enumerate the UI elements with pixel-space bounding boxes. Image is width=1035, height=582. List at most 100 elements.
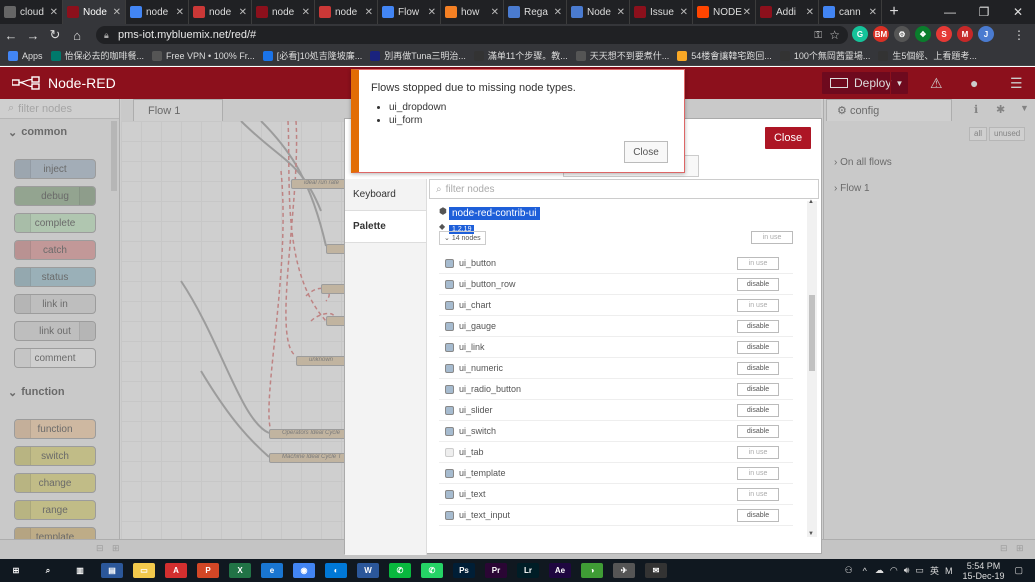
wifi-icon[interactable]: ◠ xyxy=(890,565,898,576)
taskbar-app-icon[interactable]: Ps xyxy=(453,563,475,578)
taskbar-app-icon[interactable]: Ae xyxy=(549,563,571,578)
bookmark-item[interactable]: Free VPN • 100% Fr... xyxy=(152,50,255,61)
extension-icon[interactable]: J xyxy=(978,26,994,42)
close-tab-icon[interactable]: ✕ xyxy=(806,7,814,18)
taskbar-app-icon[interactable]: Pr xyxy=(485,563,507,578)
node-action-button[interactable]: disable xyxy=(737,425,779,438)
taskbar-app-icon[interactable]: ⌕ xyxy=(37,563,59,578)
taskbar-app-icon[interactable]: ✉ xyxy=(645,563,667,578)
reload-icon[interactable]: ↻ xyxy=(44,27,66,43)
close-tab-icon[interactable]: ✕ xyxy=(365,7,373,18)
bookmark-item[interactable]: Apps xyxy=(8,50,43,61)
settings-section-keyboard[interactable]: Keyboard xyxy=(345,179,426,211)
node-action-button[interactable]: disable xyxy=(737,509,779,522)
bookmark-item[interactable]: [必看]10処吉隆坡廉... xyxy=(262,49,362,62)
close-tab-icon[interactable]: ✕ xyxy=(491,7,499,18)
browser-tab[interactable]: cann ✕ xyxy=(819,0,882,24)
key-icon[interactable]: ⚿ xyxy=(814,30,822,41)
taskbar-app-icon[interactable]: ▤ xyxy=(101,563,123,578)
taskbar-app-icon[interactable]: A xyxy=(165,563,187,578)
browser-tab[interactable]: Node ✕ xyxy=(567,0,630,24)
node-action-button[interactable]: disable xyxy=(737,278,779,291)
taskbar-app-icon[interactable]: ◐ xyxy=(325,563,347,578)
settings-section-palette[interactable]: Palette xyxy=(345,211,426,243)
bookmark-star-icon[interactable]: ☆ xyxy=(829,28,840,42)
node-action-button[interactable]: disable xyxy=(737,383,779,396)
node-action-button[interactable]: disable xyxy=(737,404,779,417)
new-tab-button[interactable]: + xyxy=(882,0,906,24)
notification-center-icon[interactable]: ▢ xyxy=(1014,565,1023,576)
taskbar-app-icon[interactable]: ✆ xyxy=(421,563,443,578)
bookmark-item[interactable]: 別再做Tuna三明治... xyxy=(370,49,466,62)
package-status-button[interactable]: in use xyxy=(751,231,793,244)
bookmark-item[interactable]: 天天想不到要煮什... xyxy=(575,49,669,62)
scroll-down-icon[interactable]: ▼ xyxy=(808,531,814,537)
package-list-scrollbar[interactable]: ▲ ▼ xyxy=(807,199,817,537)
close-tab-icon[interactable]: ✕ xyxy=(680,7,688,18)
taskbar-app-icon[interactable]: e xyxy=(261,563,283,578)
node-action-button[interactable]: disable xyxy=(737,341,779,354)
notification-close-button[interactable]: Close xyxy=(624,141,668,163)
main-menu-icon[interactable]: ☰ xyxy=(1010,75,1023,92)
browser-tab[interactable]: Issue ✕ xyxy=(630,0,693,24)
lock-icon[interactable]: 🔒︎ xyxy=(104,30,109,41)
user-icon[interactable]: ● xyxy=(970,75,978,91)
browser-tab[interactable]: how ✕ xyxy=(441,0,504,24)
extension-icon[interactable]: BM xyxy=(873,26,889,42)
node-action-button[interactable]: disable xyxy=(737,362,779,375)
back-icon[interactable]: ← xyxy=(0,28,22,43)
network-icon[interactable]: ☁ xyxy=(875,565,884,576)
browser-tab[interactable]: node ✕ xyxy=(189,0,252,24)
bookmark-item[interactable]: 生5個經、上看題考... xyxy=(878,49,977,62)
browser-tab[interactable]: node ✕ xyxy=(252,0,315,24)
taskbar-app-icon[interactable]: ✈ xyxy=(613,563,635,578)
browser-tab[interactable]: node ✕ xyxy=(315,0,378,24)
node-action-button[interactable]: disable xyxy=(737,320,779,333)
browser-tab[interactable]: Flow ✕ xyxy=(378,0,441,24)
browser-tab[interactable]: Addi ✕ xyxy=(756,0,819,24)
close-tab-icon[interactable]: ✕ xyxy=(428,7,436,18)
package-name[interactable]: node-red-contrib-ui xyxy=(449,207,540,220)
restore-icon[interactable]: ❐ xyxy=(967,0,1001,24)
scroll-up-icon[interactable]: ▲ xyxy=(808,199,814,205)
taskbar-app-icon[interactable]: ◑ xyxy=(581,563,603,578)
taskbar-app-icon[interactable]: ✆ xyxy=(389,563,411,578)
package-node-count-button[interactable]: ⌄ 14 nodes xyxy=(439,231,486,245)
taskbar-app-icon[interactable]: ◉ xyxy=(293,563,315,578)
deploy-dropdown-icon[interactable]: ▼ xyxy=(890,72,908,94)
close-tab-icon[interactable]: ✕ xyxy=(176,7,184,18)
bookmark-item[interactable]: 滿单11个步骤。教... xyxy=(473,49,568,62)
taskbar-app-icon[interactable]: Lr xyxy=(517,563,539,578)
bookmark-item[interactable]: 100个無岡茜靈場... xyxy=(779,49,870,62)
bookmark-item[interactable]: 怡保必去的咖啡餐... xyxy=(50,49,144,62)
browser-tab[interactable]: node ✕ xyxy=(126,0,189,24)
extension-icon[interactable]: ⚙ xyxy=(894,26,910,42)
clock[interactable]: 5:54 PM 15-Dec-19 xyxy=(962,561,1004,581)
scrollbar-thumb[interactable] xyxy=(809,295,815,371)
close-tab-icon[interactable]: ✕ xyxy=(113,7,121,18)
bookmark-item[interactable]: 54楼會讓韓宅跑回... xyxy=(677,49,772,62)
close-tab-icon[interactable]: ✕ xyxy=(617,7,625,18)
extension-icon[interactable]: S xyxy=(936,26,952,42)
close-tab-icon[interactable]: ✕ xyxy=(239,7,247,18)
close-tab-icon[interactable]: ✕ xyxy=(302,7,310,18)
taskbar-app-icon[interactable]: X xyxy=(229,563,251,578)
taskbar-app-icon[interactable]: ⊞ xyxy=(5,563,27,578)
people-icon[interactable]: ⚇ xyxy=(845,565,853,576)
browser-tab[interactable]: NODE ✕ xyxy=(693,0,756,24)
home-icon[interactable]: ⌂ xyxy=(66,28,88,43)
browser-menu-icon[interactable]: ⋮ xyxy=(1013,28,1025,42)
palette-manager-filter-input[interactable]: ⌕ filter nodes xyxy=(429,179,819,199)
taskbar-app-icon[interactable]: ▥ xyxy=(69,563,91,578)
taskbar-app-icon[interactable]: W xyxy=(357,563,379,578)
taskbar-app-icon[interactable]: ▭ xyxy=(133,563,155,578)
ime-indicator[interactable]: 英 xyxy=(930,564,939,577)
close-tab-icon[interactable]: ✕ xyxy=(743,7,751,18)
extension-icon[interactable]: ❖ xyxy=(915,26,931,42)
tray-chevron-icon[interactable]: ^ xyxy=(863,566,867,576)
battery-icon[interactable]: ▭ xyxy=(915,565,924,576)
taskbar-app-icon[interactable]: P xyxy=(197,563,219,578)
close-tab-icon[interactable]: ✕ xyxy=(869,7,877,18)
address-bar[interactable]: 🔒︎ pms-iot.mybluemix.net/red/# ⚿ ☆ xyxy=(96,26,848,44)
warning-icon[interactable]: ⚠ xyxy=(930,75,943,92)
